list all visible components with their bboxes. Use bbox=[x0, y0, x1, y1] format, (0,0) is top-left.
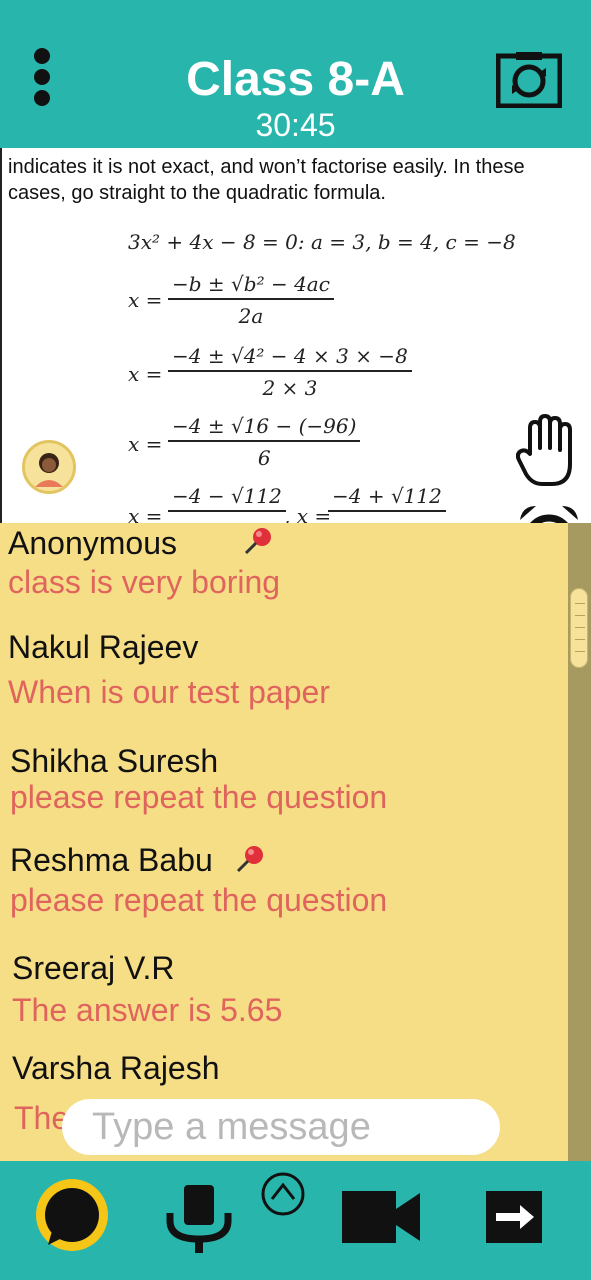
fraction-denominator: 2a bbox=[238, 304, 264, 328]
chat-sender-name: Anonymous bbox=[8, 525, 177, 561]
chat-sender-name: Varsha Rajesh bbox=[12, 1050, 220, 1086]
chat-sender-name: Shikha Suresh bbox=[10, 743, 219, 779]
fraction-numerator: −4 − √112 bbox=[168, 484, 286, 512]
chat-scroll-thumb[interactable] bbox=[570, 588, 588, 668]
pin-icon bbox=[236, 846, 263, 873]
simplified-formula: −4 ± √16 − (−96) 6 bbox=[168, 414, 361, 470]
chat-message-text: class is very boring bbox=[8, 564, 281, 600]
chat-message-text: The answer is 5.65 bbox=[12, 992, 283, 1028]
pin-icon bbox=[244, 528, 271, 555]
chat-sender-name: Sreeraj V.R bbox=[12, 950, 175, 986]
equation-lhs: x = bbox=[128, 432, 163, 456]
fraction-numerator: −4 ± √16 − (−96) bbox=[168, 414, 361, 442]
chat-message-text: please repeat the question bbox=[10, 779, 388, 815]
equation-coefficients: 3x² + 4x − 8 = 0: a = 3, b = 4, c = −8 bbox=[128, 230, 516, 254]
camera-switch-icon[interactable] bbox=[496, 52, 562, 108]
board-text: indicates it is not exact, and won’t fac… bbox=[8, 154, 591, 206]
substituted-formula: −4 ± √4² − 4 × 3 × −8 2 × 3 bbox=[168, 344, 412, 400]
fraction-numerator: −4 + √112 bbox=[328, 484, 446, 512]
chat-message-text: When is our test paper bbox=[8, 674, 330, 710]
fraction-denominator: 6 bbox=[257, 446, 271, 470]
fraction-numerator: −4 ± √4² − 4 × 3 × −8 bbox=[168, 344, 412, 372]
alarm-clock-icon[interactable] bbox=[518, 504, 580, 523]
message-input[interactable]: Type a message bbox=[62, 1099, 500, 1155]
chat-icon[interactable] bbox=[34, 1177, 110, 1257]
board-line: indicates it is not exact, and won’t fac… bbox=[8, 156, 525, 178]
board-line: cases, go straight to the quadratic form… bbox=[8, 182, 386, 204]
microphone-icon[interactable] bbox=[164, 1183, 234, 1257]
fraction-numerator: −b ± √b² − 4ac bbox=[168, 272, 334, 300]
chat-sender-name: Reshma Babu bbox=[10, 842, 213, 878]
teacher-avatar[interactable] bbox=[22, 440, 76, 494]
avatar-icon bbox=[27, 445, 71, 489]
bottom-toolbar bbox=[0, 1161, 591, 1280]
root-b: −4 + √112 bbox=[328, 484, 446, 512]
expand-up-icon[interactable] bbox=[260, 1171, 306, 1217]
raise-hand-icon[interactable] bbox=[516, 414, 576, 488]
exit-icon[interactable] bbox=[484, 1189, 544, 1245]
root-a: −4 − √112 bbox=[168, 484, 286, 512]
chat-message-text: please repeat the question bbox=[10, 882, 388, 918]
session-timer: 30:45 bbox=[255, 107, 336, 143]
equation-separator: , x = bbox=[284, 504, 332, 523]
lesson-board: indicates it is not exact, and won’t fac… bbox=[0, 148, 591, 523]
chat-message-text: The bbox=[14, 1100, 70, 1136]
video-camera-icon[interactable] bbox=[340, 1189, 422, 1245]
quadratic-formula: −b ± √b² − 4ac 2a bbox=[168, 272, 334, 328]
chat-panel[interactable]: Anonymous class is very boring Nakul Raj… bbox=[0, 523, 568, 1161]
equation-lhs: x = bbox=[128, 362, 163, 386]
chat-sender-name: Nakul Rajeev bbox=[8, 629, 199, 665]
fraction-denominator: 2 × 3 bbox=[262, 376, 318, 400]
equation-lhs: x = bbox=[128, 504, 163, 523]
app-header: Class 8-A 30:45 bbox=[0, 0, 591, 148]
equation-lhs: x = bbox=[128, 288, 163, 312]
